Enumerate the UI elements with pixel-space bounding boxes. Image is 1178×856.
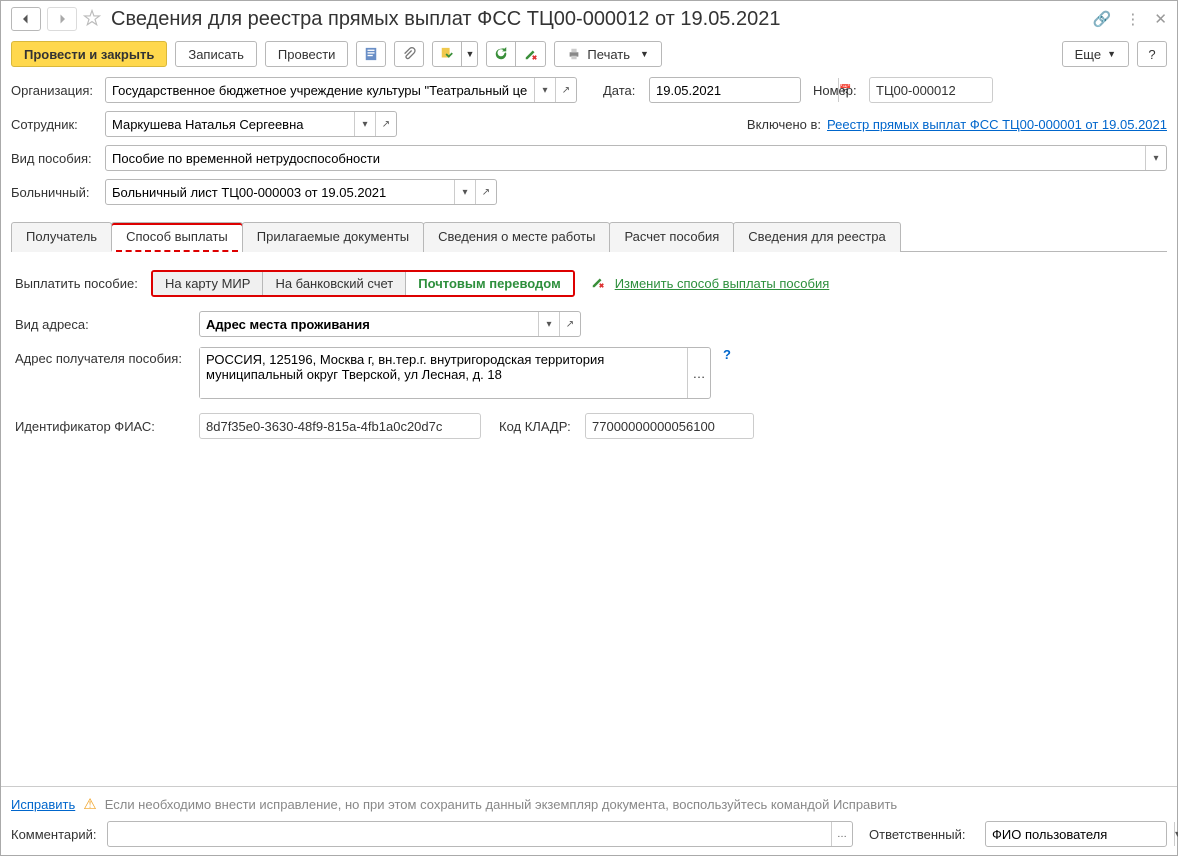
attach-icon[interactable] bbox=[394, 41, 424, 67]
pay-option-bank[interactable]: На банковский счет bbox=[263, 272, 406, 295]
comment-input[interactable]: … bbox=[107, 821, 853, 847]
tab-content: Выплатить пособие: На карту МИР На банко… bbox=[11, 260, 1167, 786]
footer: Исправить ⚠ Если необходимо внести испра… bbox=[1, 786, 1177, 855]
titlebar: Сведения для реестра прямых выплат ФСС Т… bbox=[1, 1, 1177, 37]
favorite-icon[interactable] bbox=[83, 9, 101, 30]
address-type-label: Вид адреса: bbox=[15, 317, 193, 332]
number-field: ТЦ00-000012 bbox=[869, 77, 993, 103]
employee-input[interactable]: ▾ ↗ bbox=[105, 111, 397, 137]
recipient-addr-field[interactable] bbox=[200, 348, 687, 398]
report-icon[interactable] bbox=[356, 41, 386, 67]
fix-link[interactable]: Исправить bbox=[11, 797, 75, 812]
open-icon[interactable]: ↗ bbox=[559, 312, 580, 336]
ellipsis-icon[interactable]: … bbox=[831, 822, 852, 846]
close-icon[interactable]: ✕ bbox=[1154, 10, 1167, 28]
fix-note: Если необходимо внести исправление, но п… bbox=[105, 797, 897, 812]
open-icon[interactable]: ↗ bbox=[475, 180, 496, 204]
org-label: Организация: bbox=[11, 83, 99, 98]
help-icon[interactable]: ? bbox=[723, 347, 731, 362]
sicklist-field[interactable] bbox=[106, 181, 454, 203]
kladr-field: 77000000000056100 bbox=[585, 413, 754, 439]
chevron-down-icon[interactable]: ▾ bbox=[534, 78, 555, 102]
pay-option-post[interactable]: Почтовым переводом bbox=[406, 272, 572, 295]
print-button[interactable]: Печать ▼ bbox=[554, 41, 662, 67]
form-body: Организация: ▾ ↗ Дата: 📅 Номер: ТЦ00-000… bbox=[1, 77, 1177, 786]
edit-cancel-icon[interactable] bbox=[591, 275, 605, 292]
link-icon[interactable]: 🔗 bbox=[1093, 10, 1112, 28]
address-type-field[interactable] bbox=[200, 313, 538, 335]
date-field[interactable] bbox=[650, 79, 838, 101]
org-input[interactable]: ▾ ↗ bbox=[105, 77, 577, 103]
send-dropdown-icon[interactable]: ▼ bbox=[462, 41, 478, 67]
save-button[interactable]: Записать bbox=[175, 41, 257, 67]
submit-button[interactable]: Провести bbox=[265, 41, 349, 67]
tab-payment-method[interactable]: Способ выплаты bbox=[111, 222, 243, 252]
ellipsis-icon[interactable]: … bbox=[687, 348, 710, 398]
recipient-addr-input[interactable]: … bbox=[199, 347, 711, 399]
toolbar: Провести и закрыть Записать Провести ▼ П… bbox=[1, 37, 1177, 77]
chevron-down-icon[interactable]: ▾ bbox=[1145, 146, 1166, 170]
kladr-label: Код КЛАДР: bbox=[499, 419, 579, 434]
pay-label: Выплатить пособие: bbox=[15, 276, 145, 291]
change-payment-link[interactable]: Изменить способ выплаты пособия bbox=[615, 276, 830, 291]
org-field[interactable] bbox=[106, 79, 534, 101]
more-button[interactable]: Еще ▼ bbox=[1062, 41, 1129, 67]
employee-field[interactable] bbox=[106, 113, 354, 135]
forward-button[interactable] bbox=[47, 7, 77, 31]
benefit-type-field[interactable] bbox=[106, 147, 1145, 169]
submit-close-button[interactable]: Провести и закрыть bbox=[11, 41, 167, 67]
tab-benefit-calc[interactable]: Расчет пособия bbox=[609, 222, 734, 252]
date-label: Дата: bbox=[603, 83, 643, 98]
open-icon[interactable]: ↗ bbox=[555, 78, 576, 102]
send-icon[interactable] bbox=[432, 41, 462, 67]
payment-method-toggle: На карту МИР На банковский счет Почтовым… bbox=[151, 270, 575, 297]
date-input[interactable]: 📅 bbox=[649, 77, 801, 103]
window-controls: 🔗 ⋮ ✕ bbox=[1093, 10, 1167, 28]
print-label: Печать bbox=[587, 47, 630, 62]
chevron-down-icon[interactable]: ▾ bbox=[454, 180, 475, 204]
fias-field: 8d7f35e0-3630-48f9-815a-4fb1a0c20d7c bbox=[199, 413, 481, 439]
included-label: Включено в: bbox=[747, 117, 821, 132]
warning-icon: ⚠ bbox=[83, 795, 96, 813]
printer-icon bbox=[567, 47, 581, 61]
chevron-down-icon: ▼ bbox=[640, 49, 649, 59]
sicklist-input[interactable]: ▾ ↗ bbox=[105, 179, 497, 205]
comment-label: Комментарий: bbox=[11, 827, 101, 842]
responsible-input[interactable]: ▾ ↗ bbox=[985, 821, 1167, 847]
page-title: Сведения для реестра прямых выплат ФСС Т… bbox=[111, 8, 1087, 31]
chevron-down-icon: ▼ bbox=[1107, 49, 1116, 59]
open-icon[interactable]: ↗ bbox=[375, 112, 396, 136]
tab-recipient[interactable]: Получатель bbox=[11, 222, 112, 252]
tab-attached-docs[interactable]: Прилагаемые документы bbox=[242, 222, 424, 252]
refresh-icon[interactable] bbox=[486, 41, 516, 67]
edit-cancel-icon[interactable] bbox=[516, 41, 546, 67]
address-type-input[interactable]: ▾ ↗ bbox=[199, 311, 581, 337]
chevron-down-icon[interactable]: ▾ bbox=[1174, 822, 1178, 846]
responsible-field[interactable] bbox=[986, 823, 1174, 845]
more-label: Еще bbox=[1075, 47, 1101, 62]
tabs: Получатель Способ выплаты Прилагаемые до… bbox=[11, 221, 1167, 252]
tab-workplace-info[interactable]: Сведения о месте работы bbox=[423, 222, 610, 252]
menu-icon[interactable]: ⋮ bbox=[1125, 10, 1140, 28]
comment-field[interactable] bbox=[108, 823, 831, 845]
recipient-addr-label: Адрес получателя пособия: bbox=[15, 347, 193, 366]
number-label: Номер: bbox=[813, 83, 863, 98]
responsible-label: Ответственный: bbox=[869, 827, 979, 842]
employee-label: Сотрудник: bbox=[11, 117, 99, 132]
back-button[interactable] bbox=[11, 7, 41, 31]
benefit-type-input[interactable]: ▾ bbox=[105, 145, 1167, 171]
sicklist-label: Больничный: bbox=[11, 185, 99, 200]
fias-label: Идентификатор ФИАС: bbox=[15, 419, 193, 434]
chevron-down-icon[interactable]: ▾ bbox=[354, 112, 375, 136]
tab-registry-info[interactable]: Сведения для реестра bbox=[733, 222, 900, 252]
help-button[interactable]: ? bbox=[1137, 41, 1167, 67]
benefit-type-label: Вид пособия: bbox=[11, 151, 99, 166]
chevron-down-icon[interactable]: ▾ bbox=[538, 312, 559, 336]
window: Сведения для реестра прямых выплат ФСС Т… bbox=[0, 0, 1178, 856]
pay-option-mir[interactable]: На карту МИР bbox=[153, 272, 263, 295]
included-link[interactable]: Реестр прямых выплат ФСС ТЦ00-000001 от … bbox=[827, 117, 1167, 132]
